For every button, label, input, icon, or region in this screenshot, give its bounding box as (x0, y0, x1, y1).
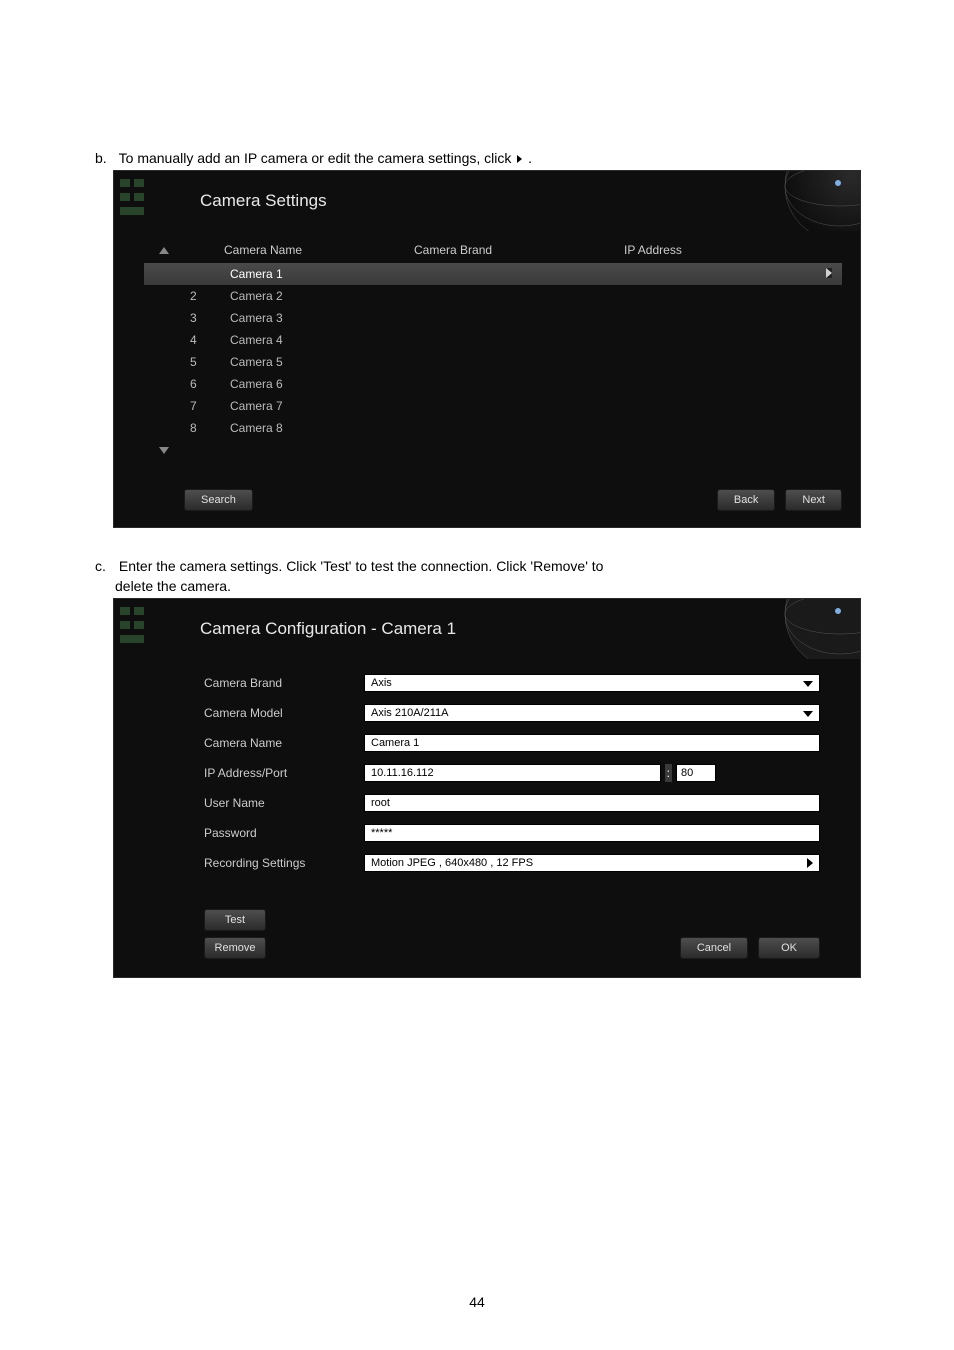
globe-icon (740, 599, 860, 659)
row-name: Camera 3 (230, 311, 420, 325)
instruction-b-letter: b. (95, 150, 115, 166)
camera-model-value: Axis 210A/211A (371, 707, 448, 719)
instruction-b-text-after: . (528, 150, 532, 166)
row-name: Camera 4 (230, 333, 420, 347)
table-row[interactable]: 8 Camera 8 (144, 417, 842, 439)
table-row[interactable]: 6 Camera 6 (144, 373, 842, 395)
search-button[interactable]: Search (184, 489, 253, 511)
recording-settings-value: Motion JPEG , 640x480 , 12 FPS (371, 857, 533, 869)
instruction-c-line2: delete the camera. (95, 578, 859, 594)
label-recording-settings: Recording Settings (204, 856, 364, 870)
logo-icon (114, 599, 184, 659)
row-name: Camera 6 (230, 377, 420, 391)
camera-model-select[interactable]: Axis 210A/211A (364, 704, 820, 722)
recording-settings-button[interactable]: Motion JPEG , 640x480 , 12 FPS (364, 854, 820, 872)
panel-footer: Search Back Next (114, 479, 860, 527)
instruction-b-text-before: To manually add an IP camera or edit the… (119, 150, 516, 166)
next-button[interactable]: Next (785, 489, 842, 511)
row-name: Camera 2 (230, 289, 420, 303)
page-number: 44 (0, 1294, 954, 1310)
arrow-right-icon (517, 155, 522, 163)
remove-button[interactable]: Remove (204, 937, 266, 959)
config-footer: Test Remove Cancel OK (114, 895, 860, 977)
sort-down-icon[interactable] (159, 447, 169, 454)
camera-settings-panel: Camera Settings (113, 170, 861, 528)
sort-up-icon[interactable] (159, 247, 169, 254)
label-ip-port: IP Address/Port (204, 766, 364, 780)
table-row[interactable]: 7 Camera 7 (144, 395, 842, 417)
logo-icon (114, 171, 184, 231)
instruction-c-line1: Enter the camera settings. Click 'Test' … (119, 558, 604, 574)
ok-button[interactable]: OK (758, 937, 820, 959)
row-name: Camera 7 (230, 399, 420, 413)
row-index: 6 (184, 377, 230, 391)
panel-title: Camera Settings (200, 191, 327, 211)
header-camera-name: Camera Name (224, 243, 414, 257)
port-input[interactable]: 80 (676, 764, 716, 782)
camera-brand-value: Axis (371, 677, 392, 689)
globe-icon (740, 171, 860, 231)
header-camera-brand: Camera Brand (414, 243, 624, 257)
panel-title: Camera Configuration - Camera 1 (200, 619, 456, 639)
user-name-value: root (371, 797, 390, 809)
table-row[interactable]: 3 Camera 3 (144, 307, 842, 329)
edit-arrow-icon[interactable] (826, 268, 832, 278)
label-password: Password (204, 826, 364, 840)
row-index: 2 (184, 289, 230, 303)
camera-list: Camera Name Camera Brand IP Address Came… (114, 231, 860, 479)
cancel-button[interactable]: Cancel (680, 937, 748, 959)
password-value: ***** (371, 827, 392, 839)
row-name: Camera 1 (230, 267, 420, 281)
camera-name-value: Camera 1 (371, 737, 419, 749)
table-row[interactable]: 2 Camera 2 (144, 285, 842, 307)
panel-header: Camera Settings (114, 171, 860, 231)
config-form: Camera Brand Axis Camera Model Axis 210A… (114, 659, 860, 895)
back-button[interactable]: Back (717, 489, 775, 511)
row-index: 8 (184, 421, 230, 435)
row-name: Camera 8 (230, 421, 420, 435)
row-name: Camera 5 (230, 355, 420, 369)
instruction-c: c. Enter the camera settings. Click 'Tes… (95, 558, 859, 574)
port-value: 80 (681, 767, 693, 779)
sort-down-row (144, 439, 842, 461)
label-user-name: User Name (204, 796, 364, 810)
ip-address-value: 10.11.16.112 (371, 767, 434, 779)
instruction-c-letter: c. (95, 558, 115, 574)
ip-address-input[interactable]: 10.11.16.112 (364, 764, 661, 782)
camera-name-input[interactable]: Camera 1 (364, 734, 820, 752)
row-index: 3 (184, 311, 230, 325)
camera-config-panel: Camera Configuration - Camera 1 Camera B… (113, 598, 861, 978)
header-ip-address: IP Address (624, 243, 764, 257)
row-index: 5 (184, 355, 230, 369)
table-row[interactable]: 4 Camera 4 (144, 329, 842, 351)
label-camera-name: Camera Name (204, 736, 364, 750)
test-button[interactable]: Test (204, 909, 266, 931)
port-separator: : (665, 764, 672, 782)
row-index: 7 (184, 399, 230, 413)
label-camera-brand: Camera Brand (204, 676, 364, 690)
panel-header: Camera Configuration - Camera 1 (114, 599, 860, 659)
label-camera-model: Camera Model (204, 706, 364, 720)
password-input[interactable]: ***** (364, 824, 820, 842)
row-index: 4 (184, 333, 230, 347)
table-row[interactable]: 5 Camera 5 (144, 351, 842, 373)
instruction-b: b. To manually add an IP camera or edit … (95, 150, 859, 166)
user-name-input[interactable]: root (364, 794, 820, 812)
camera-brand-select[interactable]: Axis (364, 674, 820, 692)
column-headers: Camera Name Camera Brand IP Address (144, 237, 842, 263)
table-row[interactable]: Camera 1 (144, 263, 842, 285)
